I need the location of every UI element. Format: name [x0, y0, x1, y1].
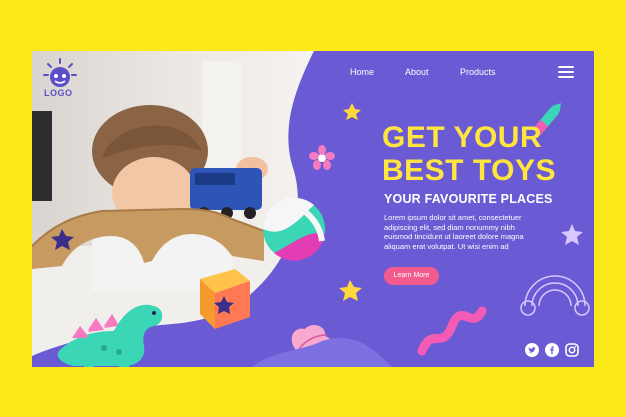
dinosaur-icon [57, 304, 163, 367]
body-line: euismod tincidunt ut laoreet dolore magn… [384, 232, 524, 241]
landing-card: LOGO Home About Products GET YOUR BEST T… [32, 51, 594, 367]
instagram-icon[interactable] [565, 343, 579, 357]
star-icon [561, 224, 583, 245]
headline-line-2: BEST TOYS [382, 154, 556, 187]
headline-line-1: GET YOUR [382, 121, 543, 154]
squiggle-icon [417, 306, 487, 356]
twitter-icon[interactable] [525, 343, 539, 357]
learn-more-button[interactable]: Learn More [384, 267, 439, 285]
nav-home[interactable]: Home [350, 67, 374, 77]
body-line: Lorem ipsum dolor sit amet, consectetuer [384, 213, 522, 222]
facebook-icon[interactable] [545, 343, 559, 357]
star-icon [343, 103, 361, 120]
body-text: Lorem ipsum dolor sit amet, consectetuer… [384, 213, 554, 251]
headline: GET YOUR BEST TOYS [382, 121, 556, 187]
hamburger-menu-icon[interactable] [558, 66, 574, 78]
body-line: adipiscing elit, sed diam nonummy nibh [384, 222, 515, 232]
rainbow-icon [520, 275, 590, 316]
subheadline: YOUR FAVOURITE PLACES [384, 192, 553, 206]
nav-about[interactable]: About [405, 67, 429, 77]
decorations [51, 103, 590, 367]
toy-block-icon [200, 269, 250, 329]
nav-products[interactable]: Products [460, 67, 496, 77]
flower-icon [309, 145, 335, 170]
star-icon [51, 229, 74, 250]
body-line: aliquam erat volutpat. Ut wisi enim ad [384, 241, 509, 251]
ball-icon [262, 196, 325, 261]
star-icon [339, 280, 362, 301]
